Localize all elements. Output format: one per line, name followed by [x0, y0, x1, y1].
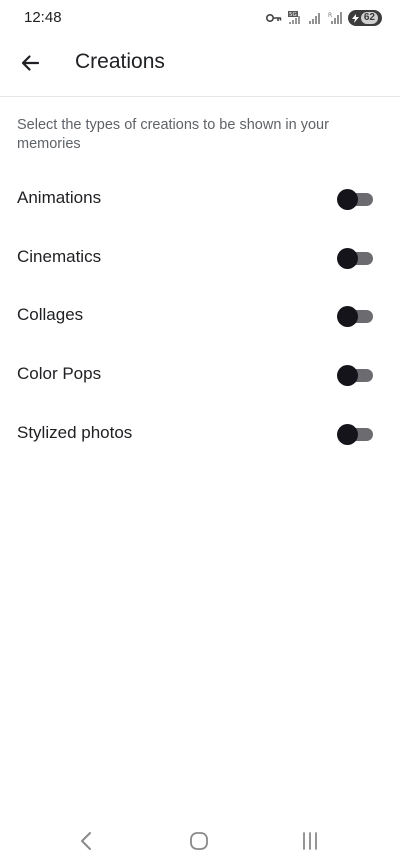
nav-back-button[interactable] — [71, 831, 101, 855]
toggle-label: Animations — [17, 188, 102, 207]
creations-toggle-list: Animations Cinematics Collages Color Pop… — [0, 169, 400, 462]
status-time: 12:48 — [24, 9, 62, 26]
vpn-key-icon — [265, 13, 282, 23]
nav-back-icon — [79, 831, 93, 856]
back-button[interactable] — [13, 48, 47, 82]
switch-thumb — [337, 365, 358, 387]
toggle-row-color-pops[interactable]: Color Pops — [0, 345, 400, 404]
app-bar: Creations — [0, 36, 400, 97]
battery-level: 62 — [360, 12, 378, 24]
signal-bars-icon: R — [328, 11, 342, 25]
nav-home-button[interactable] — [184, 831, 214, 855]
switch-thumb — [337, 306, 358, 328]
switch-thumb — [337, 423, 358, 445]
collages-switch[interactable] — [337, 306, 373, 328]
nav-recents-button[interactable] — [295, 831, 325, 855]
color-pops-switch[interactable] — [337, 365, 373, 387]
cinematics-switch[interactable] — [337, 247, 373, 269]
status-icons: 5G R 62 — [265, 10, 382, 26]
svg-text:R: R — [328, 12, 332, 19]
toggle-label: Stylized photos — [17, 422, 133, 442]
nav-recents-icon — [300, 831, 320, 856]
toggle-label: Cinematics — [17, 246, 102, 266]
arrow-left-icon — [20, 53, 40, 78]
svg-text:5G: 5G — [289, 12, 297, 18]
nav-home-icon — [189, 831, 209, 856]
toggle-row-stylized-photos[interactable]: Stylized photos — [0, 404, 400, 463]
section-description: Select the types of creations to be show… — [17, 117, 329, 152]
switch-thumb — [337, 247, 358, 269]
5g-signal-icon: 5G — [287, 11, 302, 25]
toggle-row-collages[interactable]: Collages — [0, 286, 400, 345]
animations-switch[interactable] — [337, 189, 373, 210]
system-nav-bar — [0, 817, 400, 867]
stylized-photos-switch[interactable] — [337, 423, 373, 445]
switch-thumb — [337, 189, 358, 210]
battery-icon: 62 — [347, 10, 382, 26]
toggle-row-cinematics[interactable]: Cinematics — [0, 228, 400, 287]
toggle-row-animations[interactable]: Animations — [0, 169, 400, 228]
signal-bars-icon — [308, 11, 322, 25]
toggle-label: Color Pops — [17, 364, 102, 384]
page-title: Creations — [75, 50, 165, 73]
status-bar: 12:48 5G R 62 — [0, 0, 400, 36]
toggle-label: Collages — [17, 305, 84, 325]
